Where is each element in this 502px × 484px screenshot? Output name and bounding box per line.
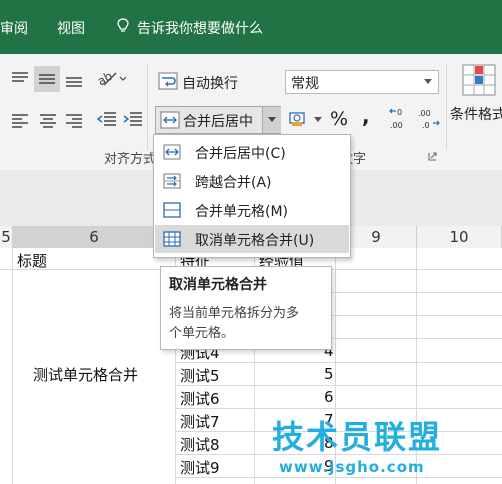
- cell-header-title[interactable]: 标题: [17, 250, 47, 271]
- wrap-text-icon[interactable]: [158, 72, 178, 90]
- comma-style-button[interactable]: ,: [362, 104, 370, 128]
- svg-text:.00: .00: [418, 109, 431, 118]
- ribbon-tab-bar: 审阅 视图 告诉我你想要做什么: [0, 0, 502, 54]
- align-middle-icon: [39, 74, 55, 84]
- merge-cells-icon: [163, 202, 181, 218]
- grid-line: [175, 362, 502, 363]
- svg-text:0: 0: [397, 108, 402, 117]
- chevron-down-icon: [268, 117, 276, 122]
- merge-center-button[interactable]: 合并后居中: [155, 106, 281, 134]
- watermark-logo-text: 技术员联盟: [272, 418, 443, 456]
- table-row-name[interactable]: 测试7: [180, 411, 220, 432]
- number-format-value: 常规: [291, 76, 319, 92]
- menu-item-label: 跨越合并(A): [195, 175, 272, 191]
- align-top-icon[interactable]: [10, 70, 30, 86]
- align-center-icon[interactable]: [38, 112, 58, 128]
- grid-line: [0, 269, 12, 270]
- merge-center-icon: [160, 111, 180, 129]
- conditional-format-label[interactable]: 条件格式: [450, 104, 502, 124]
- tab-view[interactable]: 视图: [57, 18, 85, 38]
- merge-across-icon: [163, 173, 181, 189]
- align-bottom-icon[interactable]: [64, 70, 84, 88]
- menu-item-merge-center[interactable]: 合并后居中(C): [155, 138, 349, 166]
- svg-text:.00: .00: [390, 121, 403, 130]
- unmerge-cells-icon: [163, 231, 181, 247]
- watermark-url: www.jsgho.com: [279, 458, 425, 476]
- table-row-value[interactable]: 6: [324, 388, 334, 406]
- menu-item-label: 合并单元格(M): [195, 204, 289, 220]
- grid-line: [175, 385, 502, 386]
- ribbon-separator: [446, 64, 447, 150]
- merge-dropdown-menu: 合并后居中(C) 跨越合并(A) 合并单元格(M) 取消单元格合并(U): [153, 134, 351, 258]
- decrease-decimal-icon[interactable]: .00 .0: [416, 106, 440, 132]
- decrease-indent-icon[interactable]: [96, 110, 118, 128]
- conditional-format-icon[interactable]: [462, 64, 496, 98]
- merged-cell[interactable]: 测试单元格合并: [33, 364, 138, 385]
- grid-line: [12, 248, 13, 484]
- tooltip-body: 将当前单元格拆分为多: [169, 306, 300, 321]
- merge-center-label: 合并后居中: [183, 114, 253, 130]
- table-row-name[interactable]: 测试8: [180, 434, 220, 455]
- column-header[interactable]: 6: [13, 226, 176, 248]
- ribbon-separator: [147, 64, 148, 150]
- increase-decimal-icon[interactable]: 0 .00: [388, 106, 412, 132]
- grid-line: [175, 408, 502, 409]
- wrap-text-label[interactable]: 自动换行: [182, 73, 238, 93]
- table-row-name[interactable]: 测试6: [180, 388, 220, 409]
- tooltip-title: 取消单元格合并: [169, 277, 267, 293]
- text-orientation-icon[interactable]: ab: [96, 68, 130, 88]
- table-row-name[interactable]: 测试9: [180, 457, 220, 478]
- menu-item-label: 取消单元格合并(U): [195, 233, 315, 249]
- merge-dropdown-toggle[interactable]: [262, 107, 281, 133]
- table-row-name[interactable]: 测试5: [180, 365, 220, 386]
- merge-center-icon: [163, 144, 181, 160]
- accounting-format-icon[interactable]: [288, 110, 310, 128]
- align-middle-button[interactable]: [34, 66, 60, 92]
- tab-review[interactable]: 审阅: [0, 18, 28, 38]
- lightbulb-icon: [117, 18, 129, 32]
- number-format-select[interactable]: 常规: [285, 70, 439, 94]
- svg-text:ab: ab: [96, 69, 115, 88]
- chevron-down-icon[interactable]: [314, 117, 322, 123]
- align-left-icon[interactable]: [10, 112, 30, 128]
- tell-me-search[interactable]: 告诉我你想要做什么: [137, 18, 263, 38]
- tooltip-body: 个单元格。: [169, 326, 235, 341]
- dialog-launcher-icon[interactable]: [428, 152, 437, 161]
- menu-item-unmerge-cells[interactable]: 取消单元格合并(U): [155, 225, 349, 253]
- menu-item-merge-cells[interactable]: 合并单元格(M): [155, 196, 349, 224]
- alignment-group-label: 对齐方式: [104, 152, 157, 167]
- menu-item-merge-across[interactable]: 跨越合并(A): [155, 167, 349, 195]
- table-row-value[interactable]: 5: [324, 365, 334, 383]
- grid-line: [175, 477, 502, 478]
- percent-style-button[interactable]: %: [330, 108, 348, 130]
- chevron-down-icon: [424, 79, 432, 84]
- tooltip: 取消单元格合并 将当前单元格拆分为多 个单元格。: [160, 266, 332, 350]
- menu-item-label: 合并后居中(C): [195, 146, 286, 162]
- align-right-icon[interactable]: [64, 112, 84, 128]
- column-header[interactable]: 10: [417, 226, 502, 248]
- column-header[interactable]: 5: [0, 226, 13, 248]
- svg-text:.0: .0: [422, 121, 430, 130]
- increase-indent-icon[interactable]: [122, 110, 144, 128]
